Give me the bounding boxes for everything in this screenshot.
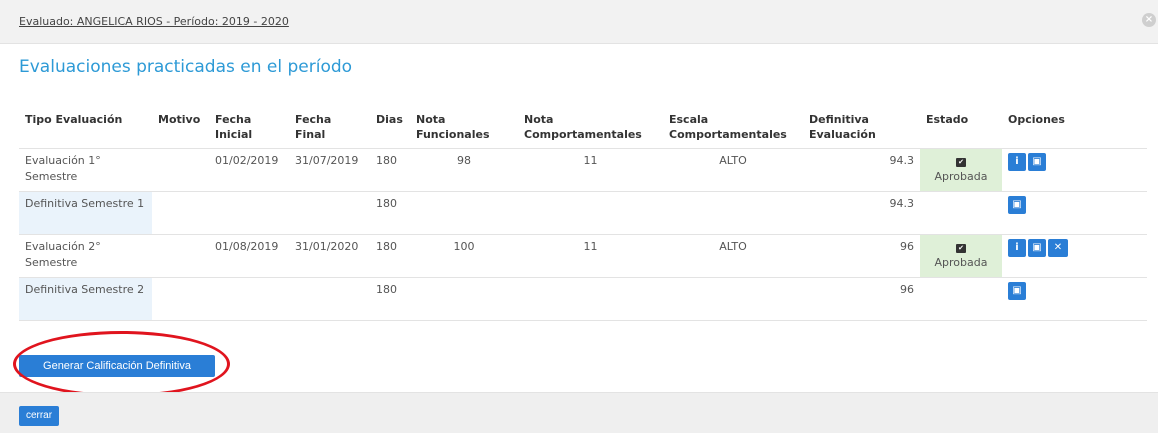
evaluated-title: Evaluado: ANGELICA RIOS - Período: 2019 … (19, 15, 289, 28)
check-square-icon: ✔ (956, 157, 966, 167)
table-row: Evaluación 2° Semestre 01/08/2019 31/01/… (19, 233, 1147, 277)
info-icon[interactable]: i (1008, 152, 1026, 171)
cell-motivo (152, 233, 209, 277)
info-icon[interactable]: i (1008, 238, 1026, 257)
col-header-opciones: Opciones (1008, 113, 1065, 126)
col-header-fecha-inicial: Fecha Inicial (215, 113, 253, 141)
col-header-escala: Escala Comportamentales (669, 113, 787, 141)
cell-fecha-final: 31/01/2020 (289, 233, 370, 277)
cell-opciones: i ▣ (1002, 147, 1147, 191)
cell-estado (920, 190, 1002, 234)
cell-nota-comportamentales: 11 (518, 147, 663, 191)
cell-escala: ALTO (663, 233, 803, 277)
cell-opciones: ▣ (1002, 190, 1147, 234)
cell-fecha-inicial: 01/02/2019 (209, 147, 289, 191)
table-row: Definitiva Semestre 1 180 94.3 ▣ (19, 190, 1147, 234)
col-header-tipo: Tipo Evaluación (25, 113, 123, 126)
cell-nota-funcionales (410, 276, 518, 321)
file-pdf-icon[interactable]: ▣ (1008, 195, 1026, 214)
cell-escala (663, 276, 803, 321)
cell-fecha-inicial (209, 190, 289, 234)
cell-motivo (152, 147, 209, 191)
cell-nota-funcionales: 100 (410, 233, 518, 277)
cell-nota-comportamentales: 11 (518, 233, 663, 277)
cell-nota-funcionales (410, 190, 518, 234)
cell-tipo: Evaluación 2° Semestre (19, 233, 152, 277)
cell-nota-comportamentales (518, 276, 663, 321)
status-badge: Aprobada (934, 169, 988, 183)
cell-motivo (152, 190, 209, 234)
times-icon[interactable]: ✕ (1048, 238, 1068, 257)
cell-fecha-final: 31/07/2019 (289, 147, 370, 191)
col-header-dias: Dias (376, 113, 403, 126)
check-square-icon: ✔ (956, 243, 966, 253)
generate-final-grade-button[interactable]: Generar Calificación Definitiva (19, 355, 215, 377)
cell-tipo: Evaluación 1° Semestre (19, 147, 152, 191)
cell-definitiva: 94.3 (803, 190, 920, 234)
cell-nota-funcionales: 98 (410, 147, 518, 191)
close-button[interactable]: cerrar (19, 406, 59, 426)
cell-definitiva: 96 (803, 276, 920, 321)
table-row: Evaluación 1° Semestre 01/02/2019 31/07/… (19, 147, 1147, 191)
cell-nota-comportamentales (518, 190, 663, 234)
cell-definitiva: 96 (803, 233, 920, 277)
status-badge: Aprobada (934, 255, 988, 269)
cell-tipo: Definitiva Semestre 2 (19, 276, 152, 321)
cell-estado: ✔ Aprobada (920, 233, 1002, 277)
cell-dias: 180 (370, 233, 410, 277)
file-pdf-icon[interactable]: ▣ (1028, 238, 1046, 257)
cell-estado: ✔ Aprobada (920, 147, 1002, 191)
cell-dias: 180 (370, 147, 410, 191)
cell-fecha-final (289, 190, 370, 234)
cell-definitiva: 94.3 (803, 147, 920, 191)
cell-dias: 180 (370, 276, 410, 321)
cell-opciones: ▣ (1002, 276, 1147, 321)
cell-escala: ALTO (663, 147, 803, 191)
close-icon[interactable]: × (1142, 13, 1156, 27)
modal-footer: cerrar (0, 392, 1158, 433)
modal-header: Evaluado: ANGELICA RIOS - Período: 2019 … (0, 0, 1158, 44)
file-pdf-icon[interactable]: ▣ (1028, 152, 1046, 171)
cell-escala (663, 190, 803, 234)
cell-tipo: Definitiva Semestre 1 (19, 190, 152, 234)
col-header-estado: Estado (926, 113, 969, 126)
col-header-nota-funcionales: Nota Funcionales (416, 113, 490, 141)
section-title: Evaluaciones practicadas en el período (19, 57, 353, 77)
col-header-definitiva: Definitiva Evaluación (809, 113, 876, 141)
evaluations-table: Tipo Evaluación Motivo Fecha Inicial Fec… (19, 106, 1147, 321)
col-header-motivo: Motivo (158, 113, 201, 126)
cell-estado (920, 276, 1002, 321)
col-header-nota-comportamentales: Nota Comportamentales (524, 113, 642, 141)
cell-dias: 180 (370, 190, 410, 234)
table-header-row: Tipo Evaluación Motivo Fecha Inicial Fec… (19, 106, 1147, 148)
cell-fecha-inicial (209, 276, 289, 321)
file-pdf-icon[interactable]: ▣ (1008, 281, 1026, 300)
cell-fecha-inicial: 01/08/2019 (209, 233, 289, 277)
cell-motivo (152, 276, 209, 321)
cell-fecha-final (289, 276, 370, 321)
table-row: Definitiva Semestre 2 180 96 ▣ (19, 276, 1147, 321)
col-header-fecha-final: Fecha Final (295, 113, 332, 141)
cell-opciones: i ▣ ✕ (1002, 233, 1147, 277)
